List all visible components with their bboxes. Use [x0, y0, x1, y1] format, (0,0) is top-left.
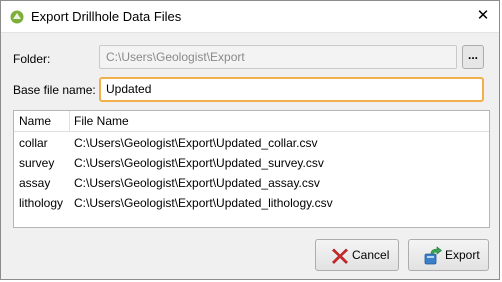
row-name: lithology	[19, 196, 64, 210]
export-button[interactable]: Export	[408, 239, 489, 271]
title-bar: Export Drillhole Data Files ✕	[1, 1, 499, 33]
folder-field[interactable]: C:\Users\Geologist\Export	[99, 45, 457, 69]
export-dialog: Export Drillhole Data Files ✕ Folder: C:…	[0, 0, 500, 280]
table-row[interactable]: collar C:\Users\Geologist\Export\Updated…	[14, 134, 489, 154]
cancel-button[interactable]: Cancel	[315, 239, 399, 271]
row-file: C:\Users\Geologist\Export\Updated_collar…	[74, 136, 318, 150]
app-icon	[10, 10, 24, 24]
row-name: survey	[19, 156, 55, 170]
export-label: Export	[445, 248, 480, 262]
row-name: collar	[19, 136, 48, 150]
table-row[interactable]: lithology C:\Users\Geologist\Export\Upda…	[14, 194, 489, 214]
row-file: C:\Users\Geologist\Export\Updated_lithol…	[74, 196, 333, 210]
close-icon: ✕	[476, 7, 490, 24]
close-button[interactable]: ✕	[471, 5, 495, 27]
row-name: assay	[19, 176, 51, 190]
browse-button[interactable]: ...	[462, 45, 484, 69]
row-file: C:\Users\Geologist\Export\Updated_assay.…	[74, 176, 320, 190]
column-divider[interactable]	[69, 111, 70, 131]
table-row[interactable]: survey C:\Users\Geologist\Export\Updated…	[14, 154, 489, 174]
row-file: C:\Users\Geologist\Export\Updated_survey…	[74, 156, 324, 170]
base-file-name-input[interactable]: Updated	[99, 77, 484, 102]
table-header: Name File Name	[14, 111, 489, 132]
cancel-label: Cancel	[352, 248, 390, 262]
base-file-name-label: Base file name:	[13, 83, 96, 97]
table-row[interactable]: assay C:\Users\Geologist\Export\Updated_…	[14, 174, 489, 194]
folder-label: Folder:	[13, 52, 51, 66]
cancel-x-icon	[332, 248, 348, 264]
column-header-file-name[interactable]: File Name	[74, 114, 129, 128]
column-header-name[interactable]: Name	[19, 114, 51, 128]
export-icon	[424, 246, 442, 265]
files-table: Name File Name collar C:\Users\Geologist…	[13, 110, 490, 228]
window-title: Export Drillhole Data Files	[31, 9, 182, 24]
